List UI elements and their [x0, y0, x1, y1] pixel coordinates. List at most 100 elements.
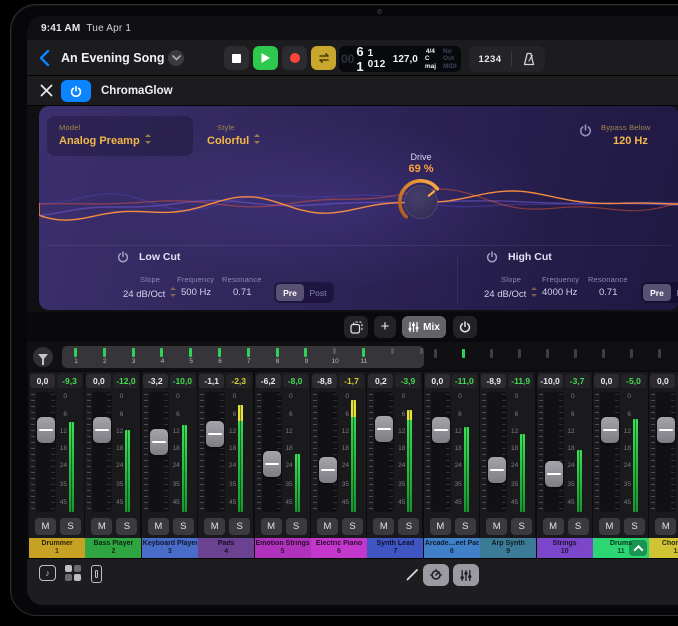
browser-button[interactable]: ♪ — [39, 565, 56, 581]
volume-value[interactable]: 0,0 — [30, 374, 55, 388]
low-cut-resonance-value[interactable]: 0.71 — [233, 287, 252, 298]
volume-value[interactable]: -3,2 — [143, 374, 168, 388]
solo-button[interactable]: S — [511, 518, 532, 535]
drive-knob[interactable] — [391, 172, 451, 232]
metronome-icon[interactable] — [522, 52, 536, 66]
mix-button[interactable]: Mix — [402, 316, 446, 338]
fader-handle[interactable] — [319, 457, 337, 483]
keyboard-button[interactable] — [91, 565, 102, 583]
solo-button[interactable]: S — [229, 518, 250, 535]
solo-button[interactable]: S — [116, 518, 137, 535]
fader-handle[interactable] — [432, 417, 450, 443]
mute-button[interactable]: M — [148, 518, 169, 535]
fader-handle[interactable] — [375, 416, 393, 442]
solo-button[interactable]: S — [398, 518, 419, 535]
volume-value[interactable]: 0,0 — [425, 374, 450, 388]
add-plugin-button[interactable]: + — [374, 316, 396, 338]
solo-button[interactable]: S — [342, 518, 363, 535]
cycle-button[interactable] — [311, 46, 336, 70]
mute-button[interactable]: M — [486, 518, 507, 535]
track-name-band[interactable]: Arp Synth9 — [480, 538, 536, 558]
track-name-band[interactable]: Keyboard Player3 — [142, 538, 198, 558]
solo-button[interactable]: S — [173, 518, 194, 535]
track-name-band[interactable]: Electric Piano6 — [311, 538, 367, 558]
volume-value[interactable]: 0,0 — [650, 374, 675, 388]
bypass-power-button[interactable] — [579, 124, 592, 142]
high-cut-frequency-value[interactable]: 4000 Hz — [542, 287, 577, 298]
solo-button[interactable]: S — [568, 518, 589, 535]
fader-handle[interactable] — [150, 429, 168, 455]
volume-value[interactable]: -10,0 — [538, 374, 563, 388]
track-name-band[interactable]: Emotion Strings5 — [255, 538, 311, 558]
volume-value[interactable]: 0,0 — [86, 374, 111, 388]
overview-filter-button[interactable] — [33, 347, 53, 367]
mute-button[interactable]: M — [599, 518, 620, 535]
high-cut-slope-value[interactable]: 24 dB/Oct — [484, 287, 537, 300]
mixer-power-button[interactable] — [453, 316, 477, 338]
record-button[interactable] — [282, 46, 307, 70]
track-name-band[interactable]: Bass Player2 — [85, 538, 141, 558]
edit-button[interactable] — [405, 567, 420, 587]
mute-button[interactable]: M — [655, 518, 676, 535]
track-name-band[interactable]: Synth Lead7 — [367, 538, 423, 558]
model-value[interactable]: Analog Preamp — [59, 134, 151, 147]
mute-button[interactable]: M — [261, 518, 282, 535]
solo-button[interactable]: S — [455, 518, 476, 535]
pre-button[interactable]: Pre — [643, 284, 671, 301]
volume-value[interactable]: -8,8 — [312, 374, 337, 388]
low-cut-frequency-value[interactable]: 500 Hz — [181, 287, 211, 298]
volume-value[interactable]: -6,2 — [256, 374, 281, 388]
post-button[interactable]: Post — [671, 284, 678, 301]
mute-button[interactable]: M — [91, 518, 112, 535]
volume-value[interactable]: 0,0 — [594, 374, 619, 388]
post-button[interactable]: Post — [304, 284, 332, 301]
overview-visible-window[interactable]: 1234567891011 — [62, 346, 424, 368]
high-cut-resonance-value[interactable]: 0.71 — [599, 287, 618, 298]
mute-button[interactable]: M — [204, 518, 225, 535]
track-name-band[interactable]: Chorus V12 — [649, 538, 678, 558]
track-name-band[interactable]: Strings10 — [537, 538, 593, 558]
count-in-button[interactable]: 1234 — [478, 54, 501, 65]
solo-button[interactable]: S — [60, 518, 81, 535]
plugin-power-button[interactable] — [61, 80, 91, 102]
fader-handle[interactable] — [657, 417, 675, 443]
collapse-chevron-button[interactable] — [629, 540, 647, 556]
mute-button[interactable]: M — [430, 518, 451, 535]
solo-button[interactable]: S — [624, 518, 645, 535]
mute-button[interactable]: M — [35, 518, 56, 535]
track-name-band[interactable]: Pads4 — [198, 538, 254, 558]
fader-handle[interactable] — [601, 417, 619, 443]
track-name-band[interactable]: Arcade…eet Pad8 — [424, 538, 480, 558]
close-icon[interactable] — [39, 83, 54, 98]
low-cut-power-button[interactable] — [117, 250, 129, 268]
pre-button[interactable]: Pre — [276, 284, 304, 301]
mute-button[interactable]: M — [373, 518, 394, 535]
bypass-below-value[interactable]: 120 Hz — [613, 135, 648, 147]
lcd-display[interactable]: 00 6 1 1 012 127,0 4/4 C maj No Out MIDI — [339, 46, 461, 72]
stop-button[interactable] — [224, 46, 249, 70]
volume-value[interactable]: 0,2 — [368, 374, 393, 388]
song-menu-button[interactable] — [168, 50, 184, 66]
style-value[interactable]: Colorful — [207, 134, 260, 147]
track-name-band[interactable]: Drums11 — [593, 538, 649, 558]
fader-handle[interactable] — [263, 451, 281, 477]
high-cut-power-button[interactable] — [486, 250, 498, 268]
back-button[interactable] — [37, 48, 55, 68]
solo-button[interactable]: S — [286, 518, 307, 535]
volume-value[interactable]: -1,1 — [199, 374, 224, 388]
fader-handle[interactable] — [93, 417, 111, 443]
mute-button[interactable]: M — [543, 518, 564, 535]
duplicate-button[interactable] — [344, 316, 368, 338]
mute-button[interactable]: M — [317, 518, 338, 535]
play-button[interactable] — [253, 46, 278, 70]
controls-view-button[interactable] — [423, 564, 449, 586]
song-title[interactable]: An Evening Song — [61, 51, 164, 65]
mixer-view-button[interactable] — [453, 564, 479, 586]
track-name-band[interactable]: Drummer1 — [29, 538, 85, 558]
low-cut-slope-value[interactable]: 24 dB/Oct — [123, 287, 176, 300]
volume-value[interactable]: -8,9 — [481, 374, 506, 388]
plugins-button[interactable] — [65, 565, 81, 581]
fader-handle[interactable] — [206, 421, 224, 447]
fader-handle[interactable] — [37, 417, 55, 443]
fader-handle[interactable] — [545, 461, 563, 487]
